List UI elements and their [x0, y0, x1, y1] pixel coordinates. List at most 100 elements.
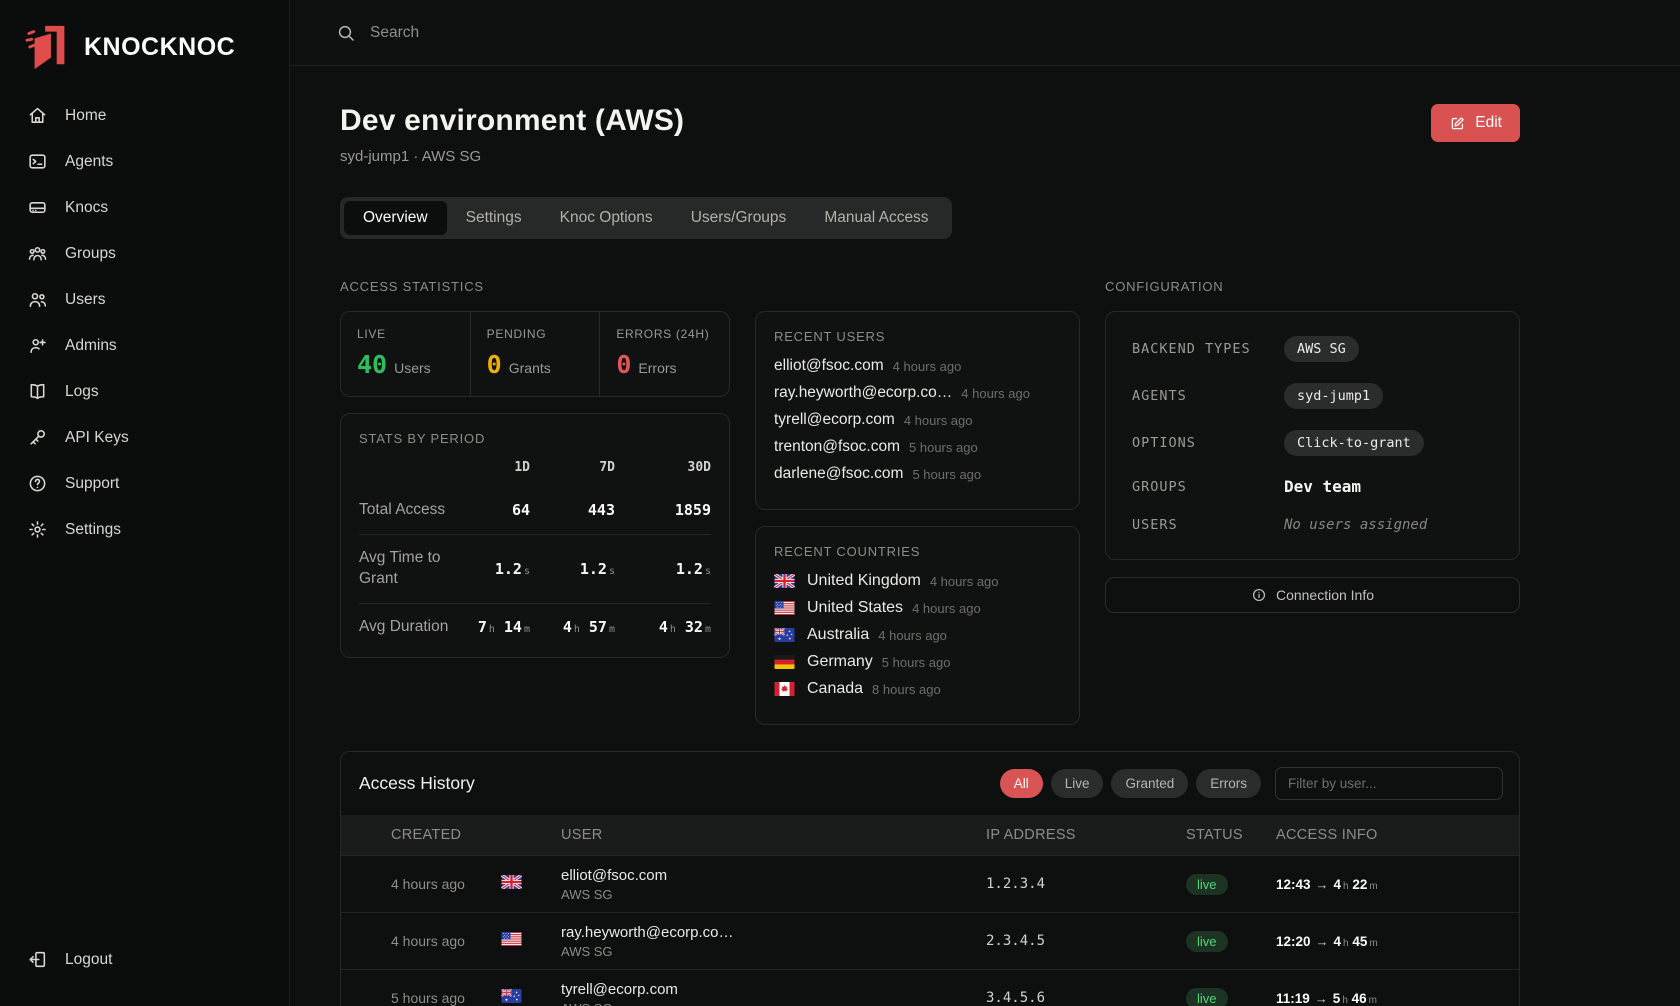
tab-knoc-options[interactable]: Knoc Options	[541, 201, 672, 235]
period-value: 4h 57m	[530, 618, 615, 636]
stats-column: ACCESS STATISTICS LIVE40UsersPENDING0Gra…	[340, 279, 730, 725]
history-row[interactable]: 4 hours agoray.heyworth@ecorp.co…AWS SG2…	[341, 912, 1519, 969]
filter-by-user-input[interactable]	[1275, 767, 1503, 800]
tab-settings[interactable]: Settings	[447, 201, 541, 235]
config-row-backend-types: BACKEND TYPESAWS SG	[1132, 336, 1493, 362]
sidebar-item-users[interactable]: Users	[14, 280, 275, 319]
configuration-card: BACKEND TYPESAWS SGAGENTSsyd-jump1OPTION…	[1105, 311, 1520, 560]
au-flag-icon	[774, 628, 795, 642]
stat-card-live: LIVE40Users	[341, 312, 471, 396]
filter-pill-errors[interactable]: Errors	[1196, 769, 1261, 798]
period-value: 1.2s	[530, 560, 615, 578]
stat-unit: Users	[394, 360, 431, 376]
recent-user-time: 4 hours ago	[904, 413, 973, 428]
column-header-status: STATUS	[1186, 827, 1276, 843]
edit-button-label: Edit	[1475, 114, 1502, 132]
terminal-icon	[27, 151, 48, 172]
recent-user-item[interactable]: tyrell@ecorp.com4 hours ago	[774, 411, 1061, 429]
recent-user-email: elliot@fsoc.com	[774, 357, 884, 375]
recent-user-item[interactable]: ray.heyworth@ecorp.co…4 hours ago	[774, 384, 1061, 402]
sidebar-item-label: Support	[65, 475, 119, 493]
status-badge: live	[1186, 874, 1228, 895]
period-value: 443	[530, 501, 615, 519]
access-statistics-label: ACCESS STATISTICS	[340, 279, 730, 295]
sidebar-item-admins[interactable]: Admins	[14, 326, 275, 365]
recent-users-card: RECENT USERS elliot@fsoc.com4 hours agor…	[755, 311, 1080, 510]
recent-user-email: ray.heyworth@ecorp.co…	[774, 384, 952, 402]
logout-button[interactable]: Logout	[0, 939, 289, 980]
connection-info-button[interactable]: Connection Info	[1105, 577, 1520, 613]
stats-by-period-title: STATS BY PERIOD	[359, 431, 711, 446]
recent-user-item[interactable]: trenton@fsoc.com5 hours ago	[774, 438, 1061, 456]
page-subtitle: syd-jump1 · AWS SG	[340, 148, 684, 165]
config-value: Dev team	[1284, 477, 1361, 496]
sidebar-item-label: Knocs	[65, 199, 108, 217]
recent-country-time: 4 hours ago	[930, 574, 999, 589]
edit-button[interactable]: Edit	[1431, 104, 1520, 142]
access-history-title: Access History	[357, 773, 475, 794]
page-header: Dev environment (AWS) syd-jump1 · AWS SG…	[340, 104, 1520, 165]
config-value: No users assigned	[1284, 517, 1427, 533]
row-created: 4 hours ago	[391, 876, 501, 892]
tab-overview[interactable]: Overview	[344, 201, 447, 235]
period-col-1d: 1D	[458, 460, 530, 487]
status-badge: live	[1186, 931, 1228, 952]
history-table-body: 4 hours agoelliot@fsoc.comAWS SG1.2.3.4l…	[341, 855, 1519, 1006]
filter-pill-all[interactable]: All	[1000, 769, 1043, 798]
stat-label: ERRORS (24H)	[616, 327, 713, 341]
filter-pill-granted[interactable]: Granted	[1111, 769, 1188, 798]
row-backend: AWS SG	[561, 1001, 986, 1006]
config-row-agents: AGENTSsyd-jump1	[1132, 383, 1493, 409]
recent-country-item: Germany5 hours ago	[774, 653, 1061, 671]
row-access-info: 11:19→5h 46m	[1276, 991, 1519, 1006]
access-duration: 4h 22m	[1334, 877, 1378, 892]
sidebar-item-label: Settings	[65, 521, 121, 539]
main-area: Search Dev environment (AWS) syd-jump1 ·…	[290, 0, 1680, 1006]
recent-user-item[interactable]: elliot@fsoc.com4 hours ago	[774, 357, 1061, 375]
drive-icon	[27, 197, 48, 218]
history-row[interactable]: 5 hours agotyrell@ecorp.comAWS SG3.4.5.6…	[341, 969, 1519, 1006]
sidebar-item-agents[interactable]: Agents	[14, 142, 275, 181]
sidebar-item-label: Admins	[65, 337, 117, 355]
sidebar-item-support[interactable]: Support	[14, 464, 275, 503]
recent-country-time: 5 hours ago	[882, 655, 951, 670]
sidebar-item-groups[interactable]: Groups	[14, 234, 275, 273]
history-row[interactable]: 4 hours agoelliot@fsoc.comAWS SG1.2.3.4l…	[341, 855, 1519, 912]
stat-label: LIVE	[357, 327, 454, 341]
us-flag-icon	[774, 601, 795, 615]
recent-user-time: 5 hours ago	[912, 467, 981, 482]
period-row-label: Avg Duration	[359, 604, 458, 651]
tab-bar: OverviewSettingsKnoc OptionsUsers/Groups…	[340, 197, 952, 239]
history-filters: All LiveGranted Errors	[992, 769, 1261, 798]
tab-manual-access[interactable]: Manual Access	[805, 201, 947, 235]
recent-user-item[interactable]: darlene@fsoc.com5 hours ago	[774, 465, 1061, 483]
row-user-email: ray.heyworth@ecorp.co…	[561, 924, 986, 941]
sidebar-item-logs[interactable]: Logs	[14, 372, 275, 411]
search-input[interactable]: Search	[370, 24, 419, 42]
status-badge: live	[1186, 988, 1228, 1006]
logout-label: Logout	[65, 951, 112, 969]
column-header-created: CREATED	[391, 827, 501, 843]
sidebar-item-api-keys[interactable]: API Keys	[14, 418, 275, 457]
sidebar-item-knocs[interactable]: Knocs	[14, 188, 275, 227]
help-icon	[27, 473, 48, 494]
access-history-header: Access History All LiveGranted Errors	[341, 752, 1519, 815]
period-value: 1859	[615, 501, 711, 519]
stat-cards: LIVE40UsersPENDING0GrantsERRORS (24H)0Er…	[340, 311, 730, 397]
topbar: Search	[290, 0, 1680, 66]
config-row-groups: GROUPSDev team	[1132, 477, 1493, 496]
app-root: KNOCKNOC HomeAgentsKnocsGroupsUsersAdmin…	[0, 0, 1680, 1006]
filter-pill-live[interactable]: Live	[1051, 769, 1104, 798]
row-user-email: elliot@fsoc.com	[561, 867, 986, 884]
tab-users-groups[interactable]: Users/Groups	[672, 201, 806, 235]
sidebar-item-home[interactable]: Home	[14, 96, 275, 135]
sidebar-item-settings[interactable]: Settings	[14, 510, 275, 549]
period-value: 1.2s	[458, 560, 530, 578]
arrow-icon: →	[1316, 877, 1329, 892]
recent-column: RECENT USERS elliot@fsoc.com4 hours agor…	[755, 279, 1080, 725]
config-value: Click-to-grant	[1284, 430, 1424, 456]
row-access-info: 12:20→4h 45m	[1276, 934, 1519, 949]
config-label: GROUPS	[1132, 479, 1284, 495]
overview-grid: ACCESS STATISTICS LIVE40UsersPENDING0Gra…	[340, 279, 1520, 725]
access-start-time: 12:43	[1276, 877, 1311, 892]
